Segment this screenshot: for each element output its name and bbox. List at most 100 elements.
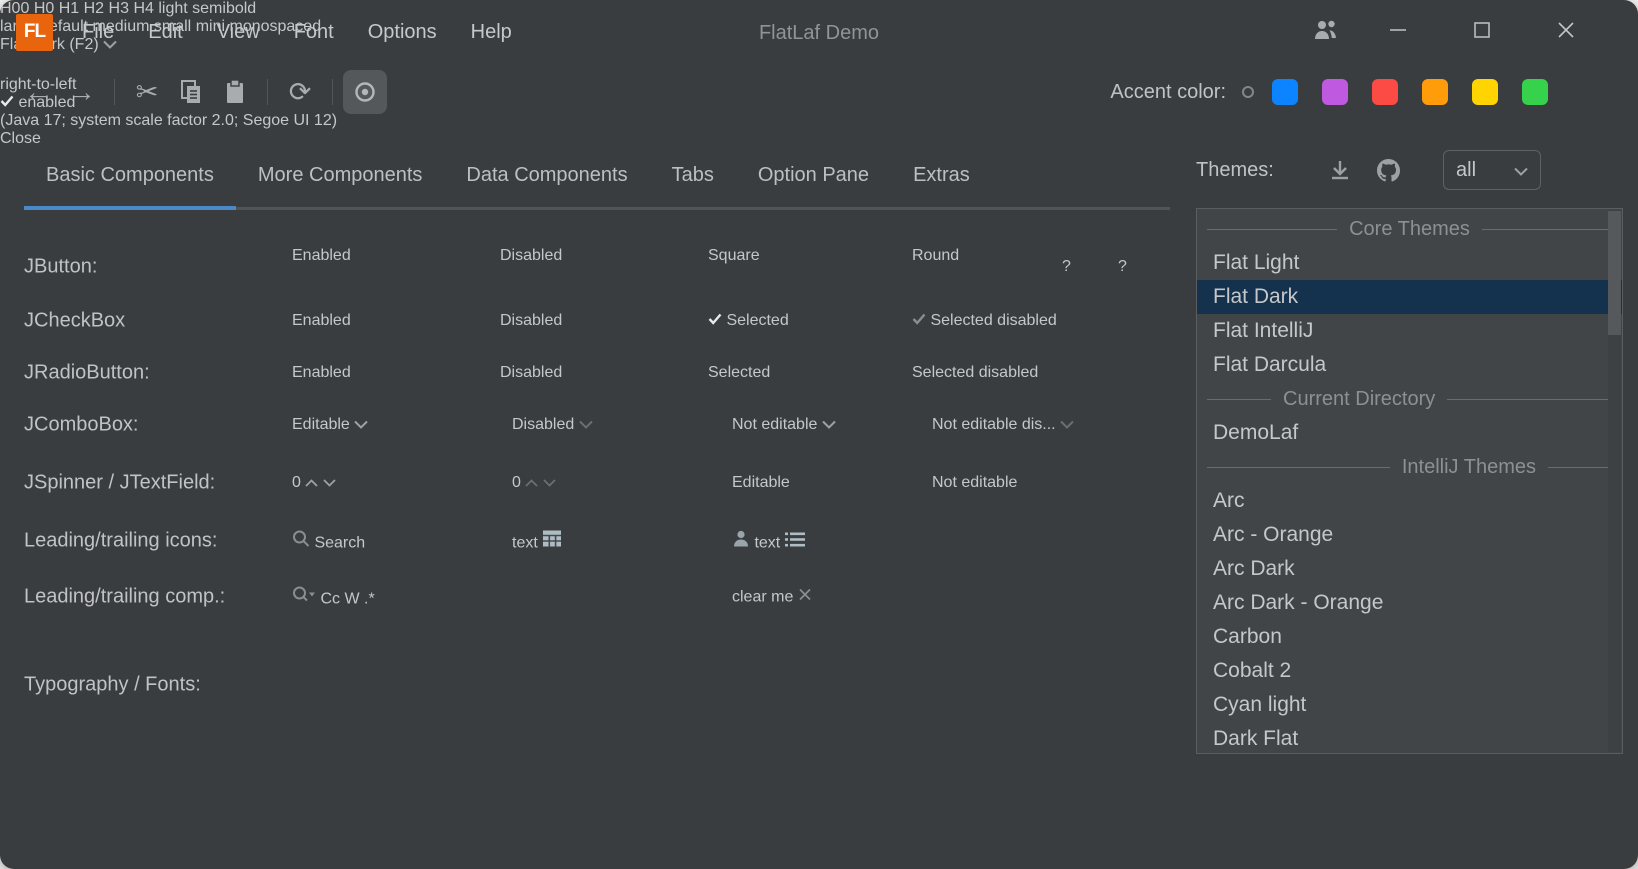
tab-extras[interactable]: Extras (891, 140, 992, 210)
table-icon[interactable] (542, 535, 562, 552)
close-window-button[interactable] (1524, 0, 1608, 60)
enabled-button[interactable]: Enabled (292, 247, 428, 287)
list-icon[interactable] (785, 535, 805, 552)
checkbox-checked-icon (912, 312, 926, 329)
jradiobutton-label: JRadioButton: (24, 362, 150, 385)
chevron-down-icon[interactable] (822, 416, 836, 433)
chevron-down-icon (579, 416, 593, 433)
download-icon[interactable] (1320, 150, 1360, 190)
accent-swatch-selected-ring (1242, 86, 1254, 98)
tab-more-components[interactable]: More Components (236, 140, 445, 210)
accent-swatch[interactable] (1472, 79, 1498, 105)
jcheckbox-row: JCheckBox Enabled Disabled Selected Sele… (0, 304, 1638, 338)
clear-icon[interactable] (798, 589, 812, 606)
user-icon (732, 535, 750, 552)
window-title: FlatLaf Demo (759, 22, 879, 45)
combobox-editable[interactable]: Editable (292, 416, 488, 434)
square-button[interactable]: Square (708, 247, 840, 287)
menu-font[interactable]: Font (277, 13, 351, 52)
app-window: FL File Edit View Font Options Help Flat… (0, 0, 1638, 869)
jcombobox-label: JComboBox: (24, 414, 139, 437)
accent-color-group: Accent color: (1110, 62, 1548, 122)
textfield-editable[interactable]: Editable (732, 474, 908, 492)
clearable-text-input[interactable]: clear me (732, 588, 908, 607)
chevron-down-icon[interactable] (354, 416, 368, 433)
jspinner-row: JSpinner / JTextField: 0 0 Editable Not … (0, 463, 1638, 503)
refresh-icon[interactable]: ⟳ (278, 70, 322, 114)
spinner-arrows-icon (525, 474, 555, 491)
checkbox-enabled[interactable]: Enabled (292, 312, 351, 330)
cut-icon[interactable]: ✂ (125, 70, 169, 114)
menu-help[interactable]: Help (454, 13, 529, 52)
users-icon[interactable] (1296, 0, 1356, 60)
menu-edit[interactable]: Edit (131, 13, 199, 52)
toolbar: ← → ✂ ⟳ Accent color: (0, 62, 1638, 122)
jcombobox-row: JComboBox: Editable Disabled Not editabl… (0, 405, 1638, 445)
round-button[interactable]: Round (912, 247, 1048, 287)
radio-enabled[interactable]: Enabled (292, 364, 351, 382)
checkbox-selected[interactable]: Selected (708, 312, 789, 330)
accent-swatch[interactable] (1372, 79, 1398, 105)
spinner-enabled[interactable]: 0 (292, 474, 488, 492)
maximize-button[interactable] (1440, 0, 1524, 60)
theme-group-separator: Core Themes (1197, 212, 1622, 246)
theme-item-carbon[interactable]: Carbon (1197, 620, 1622, 654)
search-dropdown-icon[interactable] (292, 591, 316, 608)
help-button[interactable]: ? (1062, 258, 1071, 276)
jbutton-row: JButton: Enabled Disabled Square Round ?… (0, 247, 1638, 287)
tab-option-pane[interactable]: Option Pane (736, 140, 891, 210)
checkbox-checked-icon (708, 312, 722, 329)
checkbox-disabled: Disabled (500, 312, 562, 330)
tabs: Basic Components More Components Data Co… (24, 140, 992, 210)
back-icon[interactable]: ← (16, 70, 60, 114)
radio-selected[interactable]: Selected (708, 364, 770, 382)
show-hidden-toggle[interactable] (343, 70, 387, 114)
spinner-arrows-icon[interactable] (305, 474, 335, 491)
jbutton-label: JButton: (24, 256, 97, 279)
search-input[interactable]: Search (292, 530, 488, 553)
forward-icon[interactable]: → (60, 70, 104, 114)
jspinner-label: JSpinner / JTextField: (24, 472, 215, 495)
accent-swatch[interactable] (1422, 79, 1448, 105)
regex-button[interactable]: .* (364, 591, 375, 608)
text-input-with-table-icon[interactable]: text (512, 530, 708, 553)
themes-filter-combobox[interactable]: all (1443, 150, 1541, 190)
accent-swatch[interactable] (1522, 79, 1548, 105)
textfield-not-editable: Not editable (932, 474, 1168, 492)
typography-label: Typography / Fonts: (24, 674, 201, 697)
text-input-with-user-icon[interactable]: text (732, 530, 908, 553)
copy-icon[interactable] (169, 70, 213, 114)
theme-item-dark-flat[interactable]: Dark Flat (1197, 722, 1622, 754)
search-with-options-input[interactable]: Cc W .* (292, 586, 708, 609)
leading-trailing-icons-label: Leading/trailing icons: (24, 530, 217, 553)
themes-header: Themes: all (1196, 148, 1624, 192)
tab-basic-components[interactable]: Basic Components (24, 140, 236, 210)
menu-view[interactable]: View (200, 13, 277, 52)
menu-options[interactable]: Options (351, 13, 454, 52)
tab-data-components[interactable]: Data Components (444, 140, 649, 210)
spinner-disabled: 0 (512, 474, 708, 492)
match-case-button[interactable]: Cc (320, 591, 340, 608)
accent-color-label: Accent color: (1110, 81, 1226, 104)
paste-icon[interactable] (213, 70, 257, 114)
search-icon (292, 535, 310, 552)
leading-trailing-comp-label: Leading/trailing comp.: (24, 586, 225, 609)
combobox-disabled: Disabled (512, 416, 708, 434)
disabled-button: Disabled (500, 247, 640, 287)
help-button-disabled: ? (1118, 258, 1127, 276)
titlebar: FL File Edit View Font Options Help Flat… (0, 0, 1638, 60)
tab-tabs[interactable]: Tabs (650, 140, 736, 210)
whole-word-button[interactable]: W (344, 591, 359, 608)
accent-swatch[interactable] (1322, 79, 1348, 105)
combobox-not-editable[interactable]: Not editable (732, 416, 908, 434)
jcheckbox-label: JCheckBox (24, 310, 125, 333)
minimize-button[interactable] (1356, 0, 1440, 60)
tabbar: Basic Components More Components Data Co… (0, 140, 1638, 210)
chevron-down-icon (1060, 416, 1074, 433)
accent-swatch[interactable] (1272, 79, 1298, 105)
jradiobutton-row: JRadioButton: Enabled Disabled Selected … (0, 356, 1638, 390)
github-icon[interactable] (1368, 150, 1408, 190)
menu-file[interactable]: File (65, 13, 131, 52)
leading-trailing-comp-row: Leading/trailing comp.: Cc W .* clear me (0, 577, 1638, 617)
app-logo-icon: FL (16, 14, 53, 51)
